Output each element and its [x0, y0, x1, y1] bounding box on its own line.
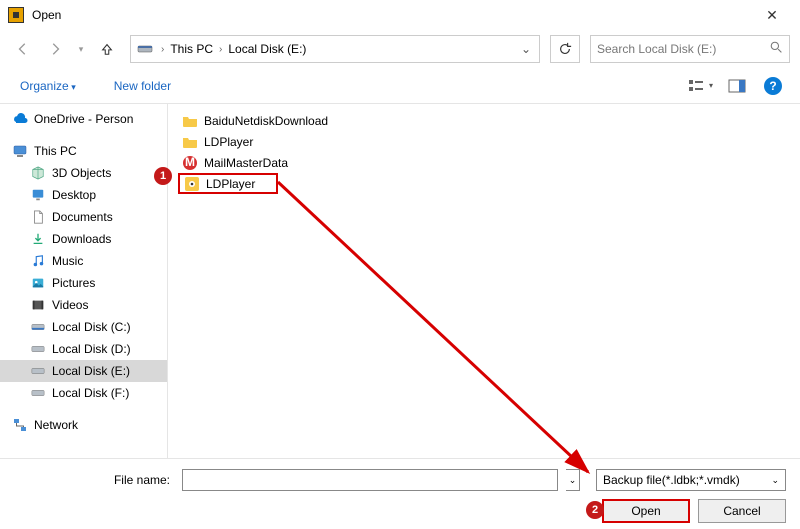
filename-dropdown[interactable]: ⌄	[566, 469, 580, 491]
preview-pane-button[interactable]	[724, 75, 750, 97]
app-icon	[8, 7, 24, 23]
tree-pictures[interactable]: Pictures	[0, 272, 167, 294]
open-button[interactable]: Open	[602, 499, 690, 523]
up-button[interactable]	[94, 36, 120, 62]
tree-label: This PC	[34, 144, 77, 158]
tree-localdisk-c[interactable]: Local Disk (C:)	[0, 316, 167, 338]
callout-badge-2: 2	[586, 501, 604, 519]
refresh-button[interactable]	[550, 35, 580, 63]
tree-label: Downloads	[52, 232, 111, 246]
tree-videos[interactable]: Videos	[0, 294, 167, 316]
document-icon	[30, 209, 46, 225]
file-label: LDPlayer	[206, 177, 255, 191]
pictures-icon	[30, 275, 46, 291]
drive-icon	[30, 341, 46, 357]
filename-row: File name: ⌄ Backup file(*.ldbk;*.vmdk)⌄	[14, 469, 786, 491]
filename-input[interactable]	[182, 469, 558, 491]
help-button[interactable]: ?	[760, 75, 786, 97]
chevron-right-icon: ›	[159, 44, 166, 55]
close-button[interactable]: ✕	[752, 7, 792, 24]
tree-documents[interactable]: Documents	[0, 206, 167, 228]
tree-label: OneDrive - Person	[34, 112, 133, 126]
body: OneDrive - Person This PC 3D Objects Des…	[0, 104, 800, 458]
tree-music[interactable]: Music	[0, 250, 167, 272]
tree-label: Local Disk (F:)	[52, 386, 129, 400]
drive-icon	[30, 363, 46, 379]
nav-tree: OneDrive - Person This PC 3D Objects Des…	[0, 104, 168, 458]
file-list: BaiduNetdiskDownload LDPlayer M MailMaste…	[168, 104, 800, 458]
search-placeholder: Search Local Disk (E:)	[597, 42, 770, 56]
breadcrumb-item[interactable]: This PC	[166, 42, 217, 56]
file-item-highlighted[interactable]: LDPlayer	[178, 173, 278, 194]
tree-network[interactable]: Network	[0, 414, 167, 436]
tree-label: Local Disk (D:)	[52, 342, 131, 356]
tree-label: 3D Objects	[52, 166, 111, 180]
cube-icon	[30, 165, 46, 181]
toolbar: Organize New folder ▾ ?	[0, 68, 800, 104]
tree-label: Videos	[52, 298, 88, 312]
tree-localdisk-e[interactable]: Local Disk (E:)	[0, 360, 167, 382]
button-row: 2 Open Cancel	[14, 499, 786, 523]
annotation-arrow	[268, 174, 608, 484]
network-icon	[12, 417, 28, 433]
help-icon: ?	[764, 77, 782, 95]
file-label: LDPlayer	[204, 135, 253, 149]
chevron-down-icon: ⌄	[771, 475, 779, 486]
tree-downloads[interactable]: Downloads	[0, 228, 167, 250]
callout-badge-1: 1	[154, 167, 172, 185]
app-icon	[184, 176, 200, 192]
filename-label: File name:	[14, 473, 174, 487]
tree-localdisk-f[interactable]: Local Disk (F:)	[0, 382, 167, 404]
new-folder-button[interactable]: New folder	[108, 75, 177, 97]
recent-dropdown[interactable]: ▾	[74, 36, 88, 62]
tree-label: Pictures	[52, 276, 95, 290]
svg-text:M: M	[185, 155, 195, 169]
tree-3dobjects[interactable]: 3D Objects	[0, 162, 167, 184]
videos-icon	[30, 297, 46, 313]
tree-label: Documents	[52, 210, 113, 224]
file-item[interactable]: M MailMasterData	[178, 152, 790, 173]
desktop-icon	[30, 187, 46, 203]
forward-button[interactable]	[42, 36, 68, 62]
folder-icon	[182, 134, 198, 150]
drive-icon	[30, 319, 46, 335]
drive-icon	[30, 385, 46, 401]
breadcrumb[interactable]: › This PC › Local Disk (E:) ⌄	[130, 35, 540, 63]
filter-value: Backup file(*.ldbk;*.vmdk)	[603, 473, 771, 487]
app-icon: M	[182, 155, 198, 171]
breadcrumb-dropdown[interactable]: ⌄	[513, 42, 539, 56]
file-item[interactable]: BaiduNetdiskDownload	[178, 110, 790, 131]
window-title: Open	[32, 8, 752, 22]
nav-row: ▾ › This PC › Local Disk (E:) ⌄ Search L…	[0, 30, 800, 68]
tree-localdisk-d[interactable]: Local Disk (D:)	[0, 338, 167, 360]
organize-button[interactable]: Organize	[14, 75, 82, 97]
chevron-right-icon: ›	[217, 44, 224, 55]
download-icon	[30, 231, 46, 247]
cloud-icon	[12, 111, 28, 127]
tree-label: Desktop	[52, 188, 96, 202]
pc-icon	[135, 39, 155, 59]
title-bar: Open ✕	[0, 0, 800, 30]
tree-label: Local Disk (C:)	[52, 320, 131, 334]
pc-icon	[12, 143, 28, 159]
file-label: BaiduNetdiskDownload	[204, 114, 328, 128]
tree-thispc[interactable]: This PC	[0, 140, 167, 162]
file-item[interactable]: LDPlayer	[178, 131, 790, 152]
bottom-panel: File name: ⌄ Backup file(*.ldbk;*.vmdk)⌄…	[0, 458, 800, 529]
breadcrumb-item[interactable]: Local Disk (E:)	[224, 42, 310, 56]
search-input[interactable]: Search Local Disk (E:)	[590, 35, 790, 63]
tree-label: Network	[34, 418, 78, 432]
tree-desktop[interactable]: Desktop	[0, 184, 167, 206]
view-options-button[interactable]: ▾	[688, 75, 714, 97]
search-icon	[770, 41, 783, 57]
folder-icon	[182, 113, 198, 129]
music-icon	[30, 253, 46, 269]
file-type-filter[interactable]: Backup file(*.ldbk;*.vmdk)⌄	[596, 469, 786, 491]
cancel-button[interactable]: Cancel	[698, 499, 786, 523]
tree-label: Local Disk (E:)	[52, 364, 130, 378]
tree-onedrive[interactable]: OneDrive - Person	[0, 108, 167, 130]
tree-label: Music	[52, 254, 83, 268]
back-button[interactable]	[10, 36, 36, 62]
file-label: MailMasterData	[204, 156, 288, 170]
